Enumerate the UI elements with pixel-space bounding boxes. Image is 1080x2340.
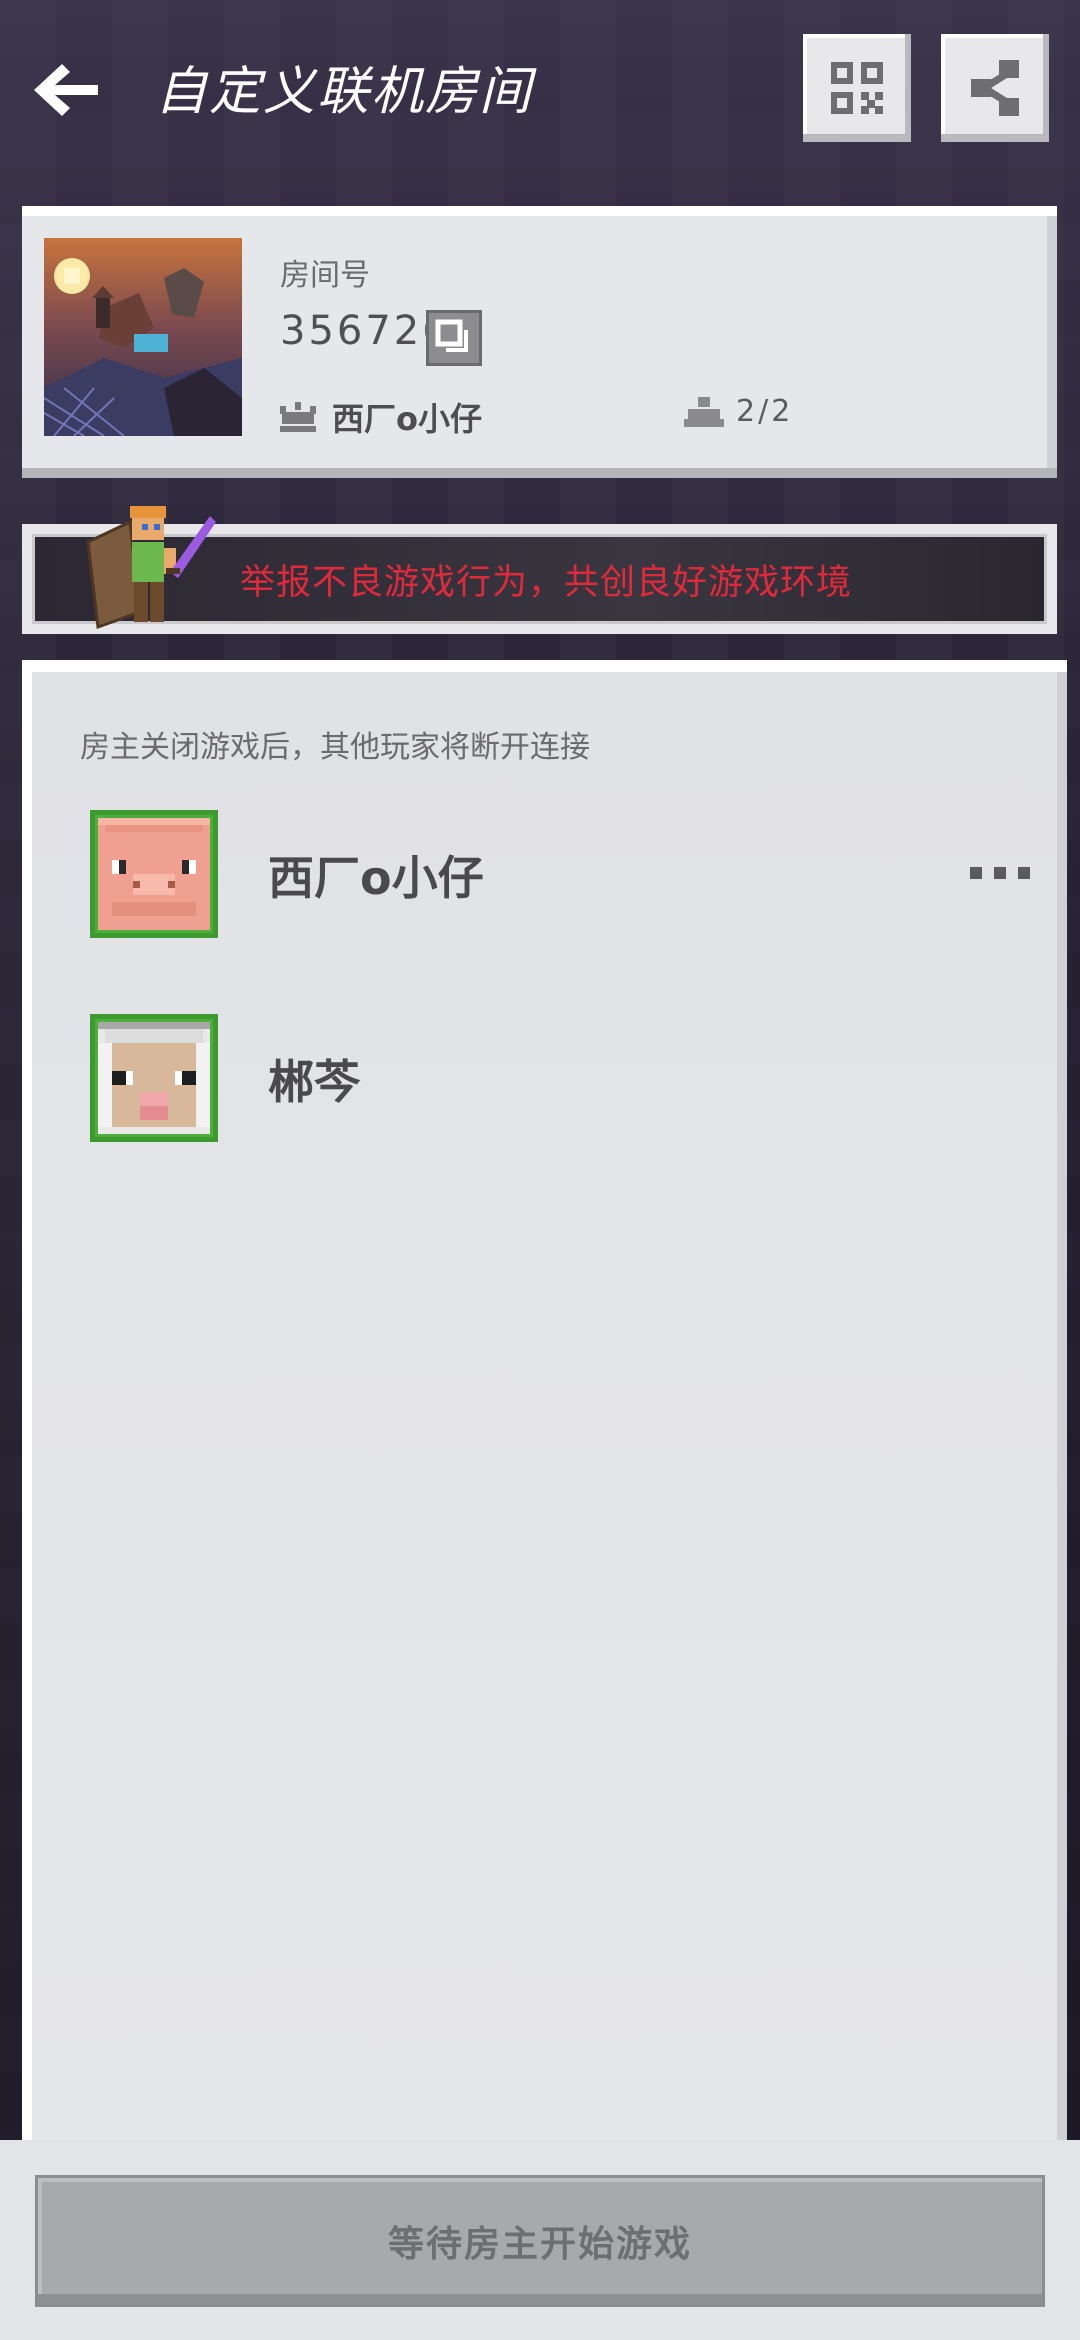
players-panel: 房主关闭游戏后，其他玩家将断开连接 西厂o小仔 郴芩 [22,660,1067,2152]
bottom-bar: 等待房主开始游戏 [0,2140,1080,2340]
player-name: 西厂o小仔 [268,851,484,905]
player-avatar [90,810,218,938]
player-item[interactable]: 郴芩 [90,1014,1030,1142]
disconnect-notice: 房主关闭游戏后，其他玩家将断开连接 [80,730,590,765]
more-dot-icon [994,867,1006,879]
sheep-head-avatar-icon [98,1022,210,1134]
player-count-value: 2/2 [736,394,794,429]
more-options-button[interactable] [970,858,1030,888]
copy-icon [435,319,468,352]
world-thumbnail [44,238,242,436]
arrow-left-icon [34,64,98,116]
room-info-card: 房间号 356726 西厂o小仔 2/2 [22,206,1057,478]
pig-head-avatar-icon [98,818,210,930]
qr-code-button[interactable] [803,34,911,142]
crown-icon [280,402,316,432]
host-name: 西厂o小仔 [332,400,482,438]
page-title: 自定义联机房间 [155,62,534,122]
player-name: 郴芩 [268,1055,360,1109]
share-icon [971,60,1019,116]
player-count: 2/2 [684,394,793,429]
steve-character-icon [86,506,216,630]
player-item[interactable]: 西厂o小仔 [90,810,1030,938]
wait-start-button[interactable]: 等待房主开始游戏 [38,2178,1042,2304]
share-button[interactable] [941,34,1049,142]
host-info: 西厂o小仔 [280,394,482,440]
report-banner-text: 举报不良游戏行为，共创良好游戏环境 [240,563,853,603]
copy-room-id-button[interactable] [426,310,482,366]
report-banner[interactable]: 举报不良游戏行为，共创良好游戏环境 [22,506,1057,634]
qr-code-icon [831,62,883,114]
back-button[interactable] [28,52,104,128]
header: 自定义联机房间 [0,0,1080,190]
more-dot-icon [1018,867,1030,879]
player-avatar [90,1014,218,1142]
more-dot-icon [970,867,982,879]
players-icon [684,396,724,427]
room-id-label: 房间号 [280,258,370,293]
wait-start-label: 等待房主开始游戏 [387,2224,692,2265]
